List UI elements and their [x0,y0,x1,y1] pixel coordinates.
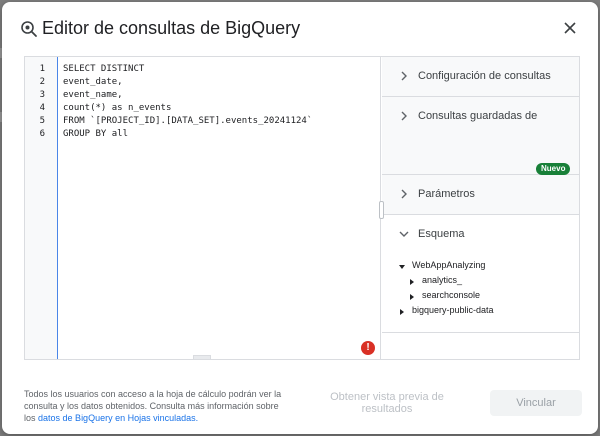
search-query-icon [21,21,37,37]
chevron-right-icon [401,71,407,81]
section-schema: Esquema WebAppAnalyzing analytics_ searc… [382,215,579,333]
tree-item-label: searchconsole [422,290,481,300]
dialog-footer: Todos los usuarios con acceso a la hoja … [2,374,598,434]
section-title: Configuración de consultas [418,70,551,82]
caret-right-icon [410,294,414,300]
error-indicator-icon[interactable]: ! [361,341,375,355]
section-parameters-header[interactable]: Parámetros [382,175,579,213]
side-panel: Configuración de consultas Consultas gua… [382,57,579,359]
new-badge: Nuevo [536,163,571,175]
dialog-title: Editor de consultas de BigQuery [42,18,301,38]
section-title: Parámetros [418,188,475,200]
tree-item-label: WebAppAnalyzing [412,260,486,270]
line-number: 4 [39,103,45,113]
line-number: 1 [39,64,45,74]
dialog-body: 1 2 3 4 5 6 SELECT DISTINCT event_date, … [24,56,580,360]
bigquery-data-link[interactable]: datos de BigQuery en Hojas vinculadas. [38,413,198,423]
section-parameters: Parámetros [382,175,579,215]
section-title: Consultas guardadas de [418,110,538,122]
connect-button[interactable]: Vincular [490,390,582,416]
section-query-settings-header[interactable]: Configuración de consultas [382,57,579,95]
code-line[interactable]: GROUP BY all [63,129,128,139]
section-title: Esquema [418,228,465,240]
preview-results-button[interactable]: Obtener vista previa de resultados [302,390,472,416]
tree-item-label: bigquery-public-data [412,305,494,315]
code-line[interactable]: SELECT DISTINCT [63,64,144,74]
caret-right-icon [410,279,414,285]
line-number: 3 [39,90,45,100]
code-line[interactable]: event_name, [63,90,123,100]
code-line[interactable]: event_date, [63,77,123,87]
line-number-gutter: 1 2 3 4 5 6 [25,57,58,359]
close-icon[interactable] [562,20,578,36]
code-line[interactable]: FROM `[PROJECT_ID].[DATA_SET].events_202… [63,116,312,126]
line-number: 5 [39,116,45,126]
line-number: 6 [39,129,45,139]
chevron-right-icon [401,189,407,199]
access-notice: Todos los usuarios con acceso a la hoja … [24,388,292,424]
chevron-down-icon [399,231,409,237]
line-number: 2 [39,77,45,87]
dialog-header: Editor de consultas de BigQuery [2,2,598,54]
chevron-right-icon [401,111,407,121]
caret-down-icon [399,265,405,269]
section-saved-queries-header[interactable]: Consultas guardadas de [382,97,579,135]
bigquery-editor-dialog: Editor de consultas de BigQuery 1 2 3 4 … [2,2,598,434]
panel-resize-handle[interactable] [379,201,384,219]
section-schema-header[interactable]: Esquema [382,215,579,253]
code-line[interactable]: count(*) as n_events [63,103,171,113]
sql-editor[interactable]: 1 2 3 4 5 6 SELECT DISTINCT event_date, … [25,57,381,359]
editor-scrollbar[interactable] [193,355,211,359]
section-query-settings: Configuración de consultas [382,57,579,97]
caret-right-icon [400,309,404,315]
tree-item-label: analytics_ [422,275,463,285]
